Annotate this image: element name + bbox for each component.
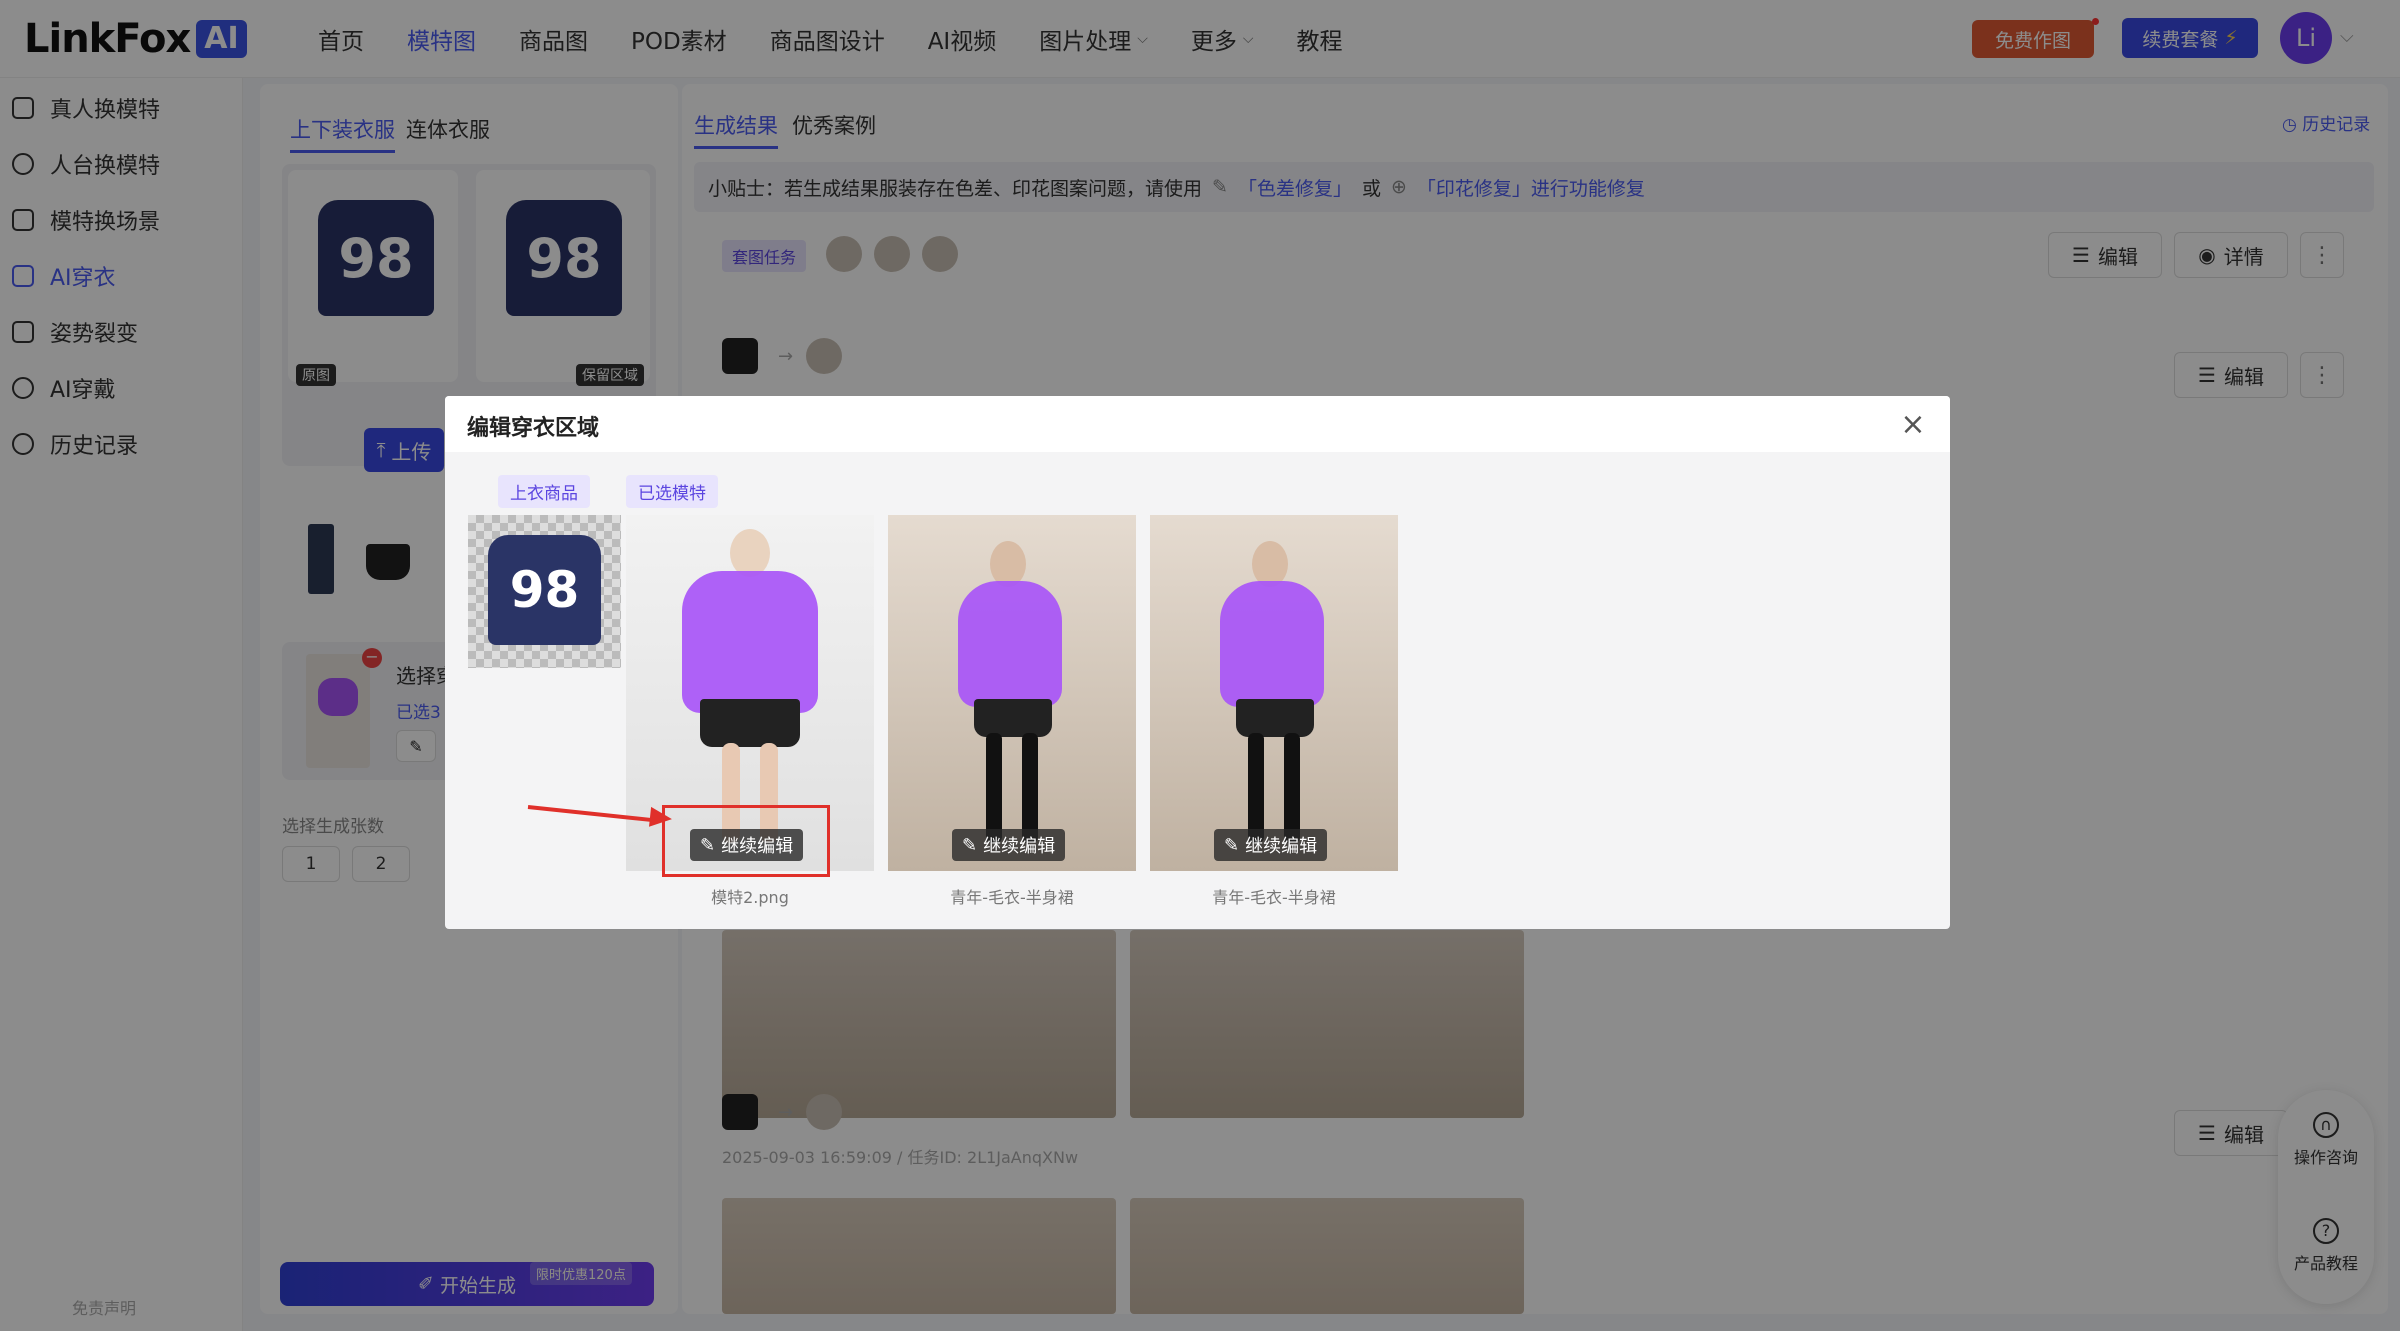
close-icon[interactable]: ×: [1897, 407, 1929, 442]
garment-preview: 98: [468, 515, 621, 668]
continue-edit-label: 继续编辑: [983, 836, 1056, 857]
continue-edit-label: 继续编辑: [1245, 836, 1318, 857]
model-skirt: [974, 699, 1052, 737]
tag-selected-model: 已选模特: [626, 475, 718, 508]
model-head: [730, 529, 770, 577]
model-image[interactable]: [888, 515, 1136, 871]
model-sock: [1022, 733, 1038, 843]
model-sock: [986, 733, 1002, 843]
pencil-icon: ✎: [1224, 834, 1240, 856]
model-skirt: [700, 699, 800, 747]
image-caption: 青年-毛衣-半身裙: [950, 888, 1074, 907]
dress-mask: [1220, 581, 1324, 707]
continue-edit-button[interactable]: ✎ 继续编辑: [1214, 829, 1328, 861]
modal-title: 编辑穿衣区域: [467, 416, 600, 441]
model-skirt: [1236, 699, 1314, 737]
model-sock: [1284, 733, 1300, 843]
dress-mask: [958, 581, 1062, 707]
model-image[interactable]: [1150, 515, 1398, 871]
continue-edit-button[interactable]: ✎ 继续编辑: [952, 829, 1066, 861]
pencil-icon: ✎: [962, 834, 978, 856]
modal-header: 编辑穿衣区域 ×: [445, 396, 1950, 452]
dress-mask: [682, 571, 818, 713]
tag-top-product: 上衣商品: [498, 475, 590, 508]
model-sock: [1248, 733, 1264, 843]
image-caption: 青年-毛衣-半身裙: [1212, 888, 1336, 907]
sweater-image: 98: [488, 535, 601, 645]
highlight-box: [662, 805, 830, 877]
image-caption: 模特2.png: [711, 888, 789, 907]
